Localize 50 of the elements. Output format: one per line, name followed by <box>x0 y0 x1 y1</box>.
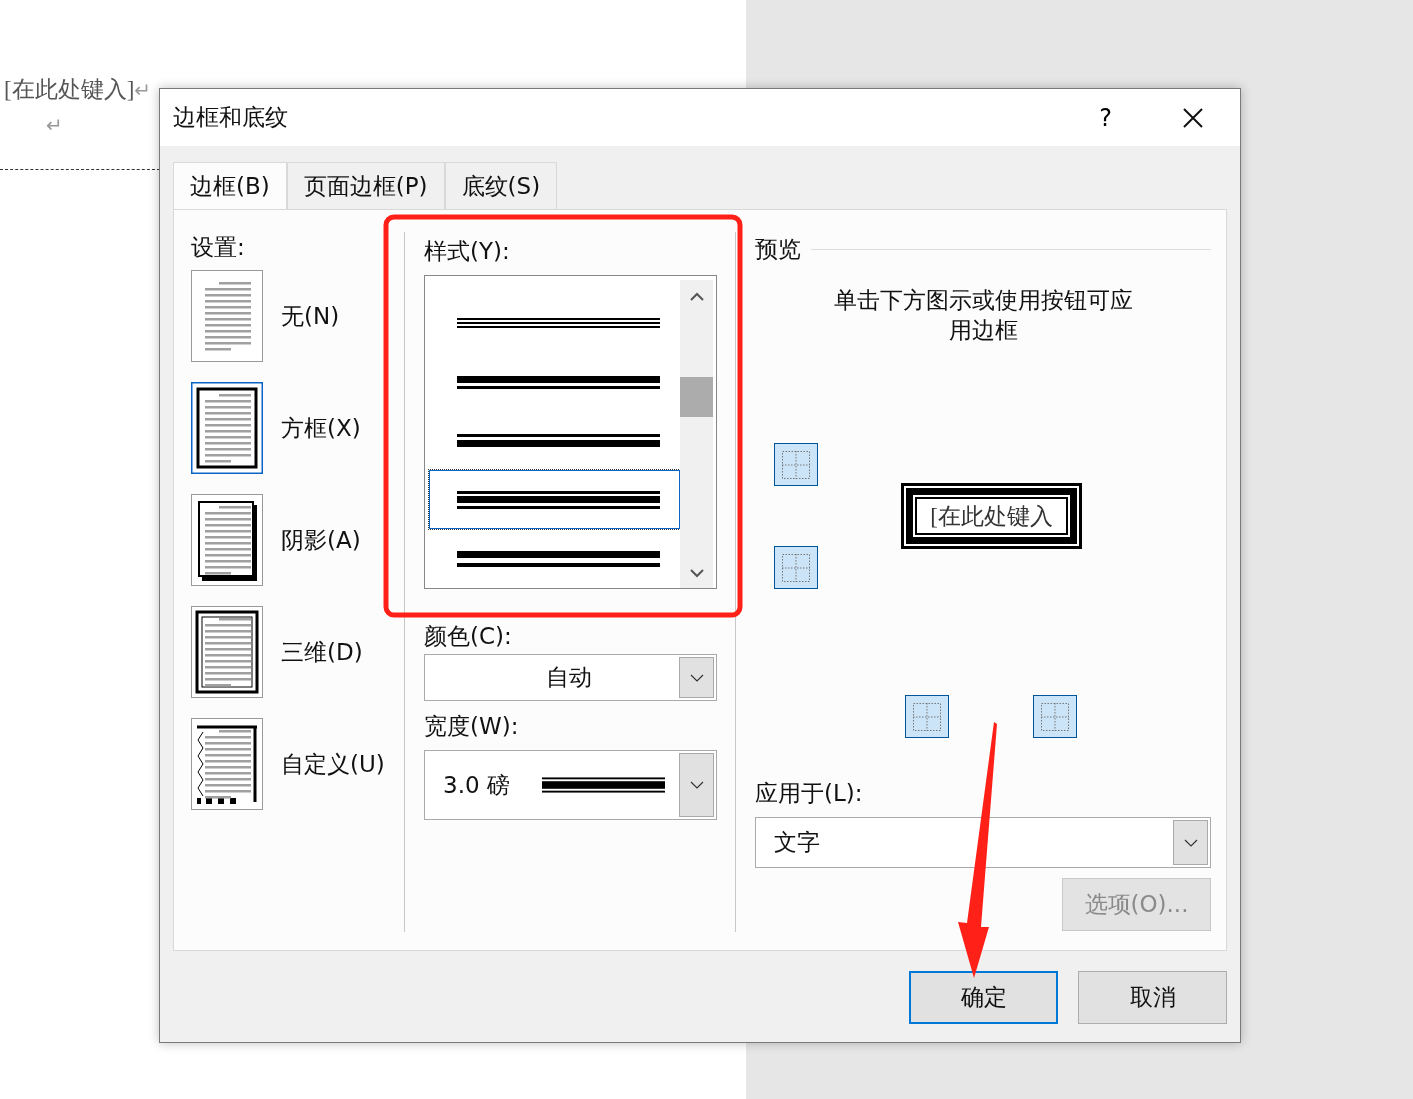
line-style-icon <box>457 318 660 329</box>
preview-label: 预览 <box>755 235 801 264</box>
chevron-down-icon <box>689 781 704 789</box>
page-border-icon[interactable] <box>191 606 263 698</box>
border-toggle-button[interactable] <box>1033 695 1077 738</box>
line-style-icon <box>457 434 660 448</box>
border-toggle-button[interactable] <box>774 443 818 486</box>
setting-label[interactable]: 方框(X) <box>281 412 361 444</box>
apply-to-label: 应用于(L): <box>755 779 864 808</box>
preview-hint: 单击下方图示或使用按钮可应用边框 <box>832 286 1134 345</box>
page-border-icon[interactable] <box>191 494 263 586</box>
scrollbar[interactable] <box>680 280 713 588</box>
width-dropdown[interactable]: 3.0 磅 <box>424 750 717 820</box>
border-preview: [在此处键入 <box>901 483 1082 549</box>
tab[interactable]: 页面边框(P) <box>286 162 445 209</box>
setting-label[interactable]: 无(N) <box>281 300 340 332</box>
color-dropdown[interactable]: 自动 <box>424 654 717 701</box>
paragraph-mark: ↵ <box>134 77 152 102</box>
tab[interactable]: 边框(B) <box>173 162 287 209</box>
window-title: 边框和底纹 <box>173 103 289 132</box>
apply-to-dropdown[interactable]: 文字 <box>755 817 1211 868</box>
line-style-option[interactable] <box>429 470 680 530</box>
ok-button[interactable]: 确定 <box>909 971 1058 1024</box>
scrollbar-thumb[interactable] <box>680 377 713 417</box>
help-button[interactable]: ? <box>1099 103 1112 132</box>
color-label: 颜色(C): <box>424 622 513 651</box>
settings-label: 设置: <box>191 233 246 262</box>
line-style-list[interactable] <box>424 275 717 589</box>
line-sample-icon <box>541 777 665 793</box>
chevron-down-icon <box>1183 838 1198 847</box>
line-style-icon <box>457 550 660 567</box>
page-border-icon[interactable] <box>191 382 263 474</box>
chevron-up-icon[interactable] <box>689 292 704 301</box>
border-toggle-button[interactable] <box>905 695 949 738</box>
chevron-down-icon <box>689 673 704 682</box>
chevron-down-icon[interactable] <box>689 569 704 578</box>
cancel-button[interactable]: 取消 <box>1078 971 1227 1024</box>
border-toggle-button[interactable] <box>774 546 818 589</box>
line-style-icon <box>457 375 660 389</box>
page-border-icon[interactable] <box>191 718 263 810</box>
placeholder-text: [在此处键入] <box>4 76 135 104</box>
line-style-icon <box>457 490 660 509</box>
setting-label[interactable]: 三维(D) <box>281 636 363 668</box>
setting-label[interactable]: 自定义(U) <box>281 748 385 780</box>
paragraph-mark: ↵ <box>46 113 64 137</box>
style-label: 样式(Y): <box>424 237 511 266</box>
tab[interactable]: 底纹(S) <box>444 162 558 209</box>
close-icon[interactable] <box>1182 106 1204 129</box>
width-label: 宽度(W): <box>424 712 520 741</box>
setting-label[interactable]: 阴影(A) <box>281 524 361 556</box>
